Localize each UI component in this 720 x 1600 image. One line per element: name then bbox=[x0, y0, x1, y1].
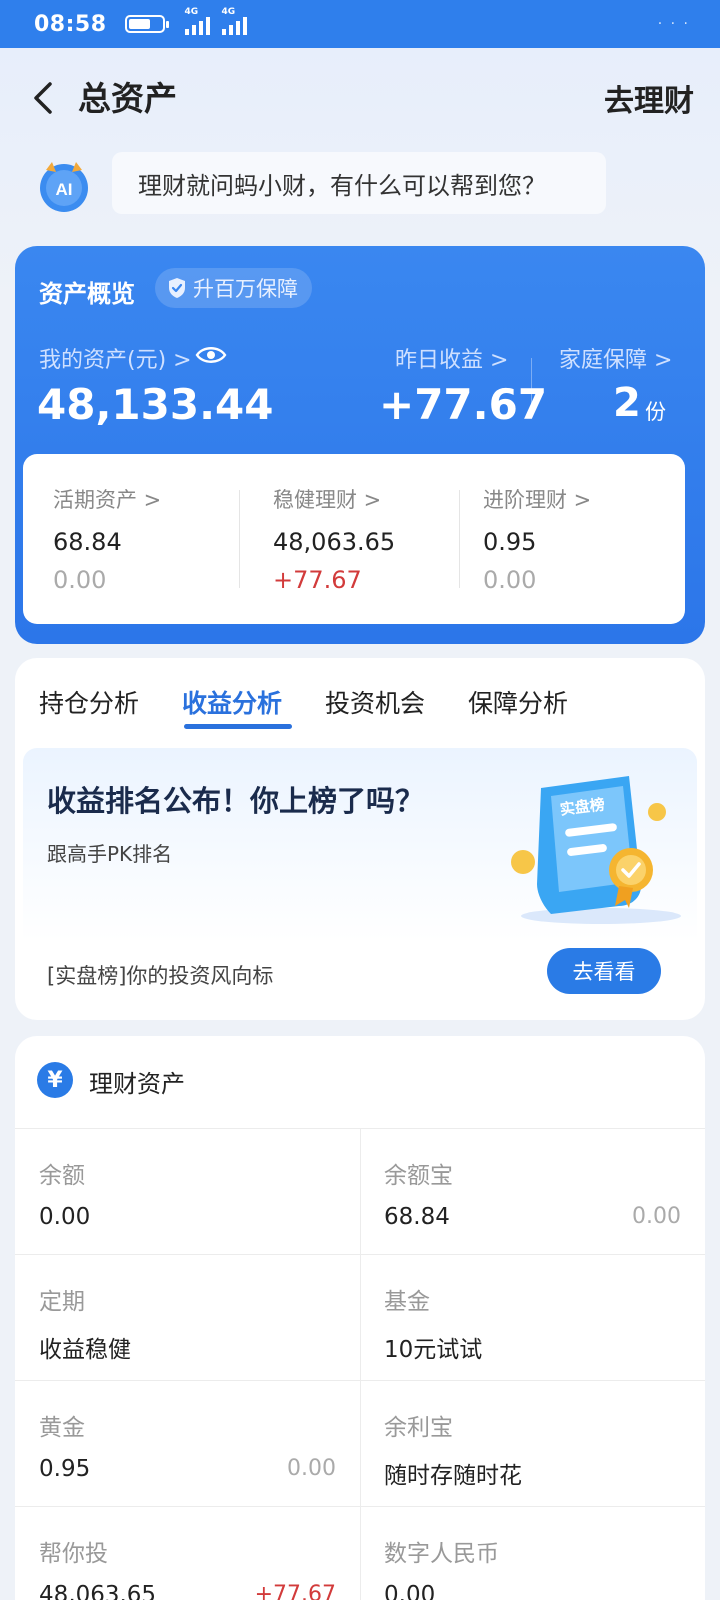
shield-icon bbox=[169, 278, 185, 298]
cell-label: 帮你投 bbox=[39, 1541, 108, 1567]
yesterday-income-label[interactable]: 昨日收益 > bbox=[395, 342, 508, 374]
cell-value: 68.84 bbox=[384, 1204, 450, 1230]
active-tab-indicator bbox=[184, 724, 292, 729]
stable-finance-column[interactable]: 稳健理财 > 48,063.65 +77.67 bbox=[273, 484, 483, 594]
cell-label: 余额宝 bbox=[384, 1163, 453, 1189]
page-title: 总资产 bbox=[78, 79, 177, 118]
signal-icon-2: 4G bbox=[221, 7, 247, 35]
asset-cell-invest-for-you[interactable]: 帮你投 48,063.65 +77.67 bbox=[15, 1506, 360, 1600]
eye-icon[interactable] bbox=[195, 344, 227, 366]
sub-income: 0.00 bbox=[53, 566, 107, 594]
advanced-finance-column[interactable]: 进阶理财 > 0.95 0.00 bbox=[483, 484, 693, 594]
sub-income: 0.00 bbox=[483, 566, 537, 594]
cell-value: 收益稳健 bbox=[39, 1337, 131, 1363]
promo-subtitle: 跟高手PK排名 bbox=[47, 842, 173, 866]
divider bbox=[239, 490, 240, 588]
cell-value: 48,063.65 bbox=[39, 1582, 157, 1600]
asset-cell-yuebao[interactable]: 余额宝 68.84 0.00 bbox=[360, 1128, 705, 1254]
ai-prompt-text: 理财就问蚂小财，有什么可以帮到您？ bbox=[138, 171, 546, 200]
cell-value: 0.00 bbox=[384, 1582, 436, 1600]
asset-cell-fixed-term[interactable]: 定期 收益稳健 bbox=[15, 1254, 360, 1380]
tab-protection-analysis[interactable]: 保障分析 bbox=[468, 684, 568, 720]
cell-income: 0.00 bbox=[632, 1204, 681, 1229]
ranking-promo-banner[interactable]: 收益排名公布！你上榜了吗？ 跟高手PK排名 实盘榜 [实盘榜]你的投资风向标 去… bbox=[23, 748, 697, 1006]
sub-value: 68.84 bbox=[53, 528, 122, 556]
sub-label: 活期资产 > bbox=[53, 488, 162, 512]
my-assets-value: 48,133.44 bbox=[37, 380, 274, 429]
cell-label: 黄金 bbox=[39, 1415, 85, 1441]
current-assets-column[interactable]: 活期资产 > 68.84 0.00 bbox=[53, 484, 263, 594]
asset-overview-card: 资产概览 升百万保障 我的资产(元) > 48,133.44 昨日收益 > +7… bbox=[15, 246, 705, 644]
status-time: 08:58 bbox=[34, 11, 107, 37]
sub-income: +77.67 bbox=[273, 566, 362, 594]
yen-icon: ¥ bbox=[37, 1062, 73, 1098]
asset-cell-fund[interactable]: 基金 10元试试 bbox=[360, 1254, 705, 1380]
cell-label: 基金 bbox=[384, 1289, 430, 1315]
ai-assistant-icon[interactable]: AI bbox=[36, 158, 92, 214]
promo-title: 收益排名公布！你上榜了吗？ bbox=[47, 784, 425, 818]
overview-title: 资产概览 bbox=[39, 280, 135, 308]
cell-label: 余额 bbox=[39, 1163, 85, 1189]
family-protection-label[interactable]: 家庭保障 > bbox=[559, 342, 672, 374]
asset-breakdown-card: 活期资产 > 68.84 0.00 稳健理财 > 48,063.65 +77.6… bbox=[23, 454, 685, 624]
asset-cell-digital-rmb[interactable]: 数字人民币 0.00 bbox=[360, 1506, 705, 1600]
cell-value: 随时存随时花 bbox=[384, 1463, 522, 1489]
status-bar: 08:58 4G 4G · · · bbox=[0, 0, 720, 48]
go-see-button[interactable]: 去看看 bbox=[547, 948, 661, 994]
sub-value: 48,063.65 bbox=[273, 528, 396, 556]
tab-holdings-analysis[interactable]: 持仓分析 bbox=[39, 684, 139, 720]
network-type-label-2: 4G bbox=[221, 7, 236, 17]
status-dots-icon: · · · bbox=[657, 16, 690, 32]
wealth-assets-card: ¥ 理财资产 余额 0.00 余额宝 68.84 0.00 定期 收益稳健 基金… bbox=[15, 1036, 705, 1600]
asset-cell-yulibao[interactable]: 余利宝 随时存随时花 bbox=[360, 1380, 705, 1506]
cell-value: 0.00 bbox=[39, 1204, 91, 1230]
family-protection-value: 2 bbox=[613, 380, 641, 426]
sub-label: 进阶理财 > bbox=[483, 488, 592, 512]
svg-text:AI: AI bbox=[56, 180, 73, 199]
tab-investment-opportunity[interactable]: 投资机会 bbox=[325, 684, 425, 720]
assets-section-title: 理财资产 bbox=[89, 1070, 185, 1098]
analysis-card: 持仓分析 收益分析 投资机会 保障分析 收益排名公布！你上榜了吗？ 跟高手PK排… bbox=[15, 658, 705, 1020]
family-protection-unit: 份 bbox=[645, 400, 666, 424]
my-assets-label[interactable]: 我的资产(元) > bbox=[39, 342, 192, 374]
cell-income: +77.67 bbox=[254, 1582, 336, 1600]
battery-icon bbox=[124, 15, 169, 33]
overview-divider bbox=[531, 358, 532, 418]
ai-prompt-bubble[interactable]: 理财就问蚂小财，有什么可以帮到您？ bbox=[112, 152, 606, 214]
asset-cell-balance[interactable]: 余额 0.00 bbox=[15, 1128, 360, 1254]
protection-badge[interactable]: 升百万保障 bbox=[155, 268, 312, 308]
leaderboard-illustration-icon: 实盘榜 bbox=[511, 776, 681, 924]
sub-label: 稳健理财 > bbox=[273, 488, 382, 512]
cell-label: 数字人民币 bbox=[384, 1541, 499, 1567]
cell-value: 10元试试 bbox=[384, 1337, 483, 1363]
network-type-label: 4G bbox=[184, 7, 199, 17]
sub-value: 0.95 bbox=[483, 528, 537, 556]
back-arrow-icon[interactable] bbox=[26, 78, 66, 118]
cell-value: 0.95 bbox=[39, 1456, 91, 1482]
signal-icon: 4G bbox=[184, 7, 210, 35]
cell-label: 余利宝 bbox=[384, 1415, 453, 1441]
cell-income: 0.00 bbox=[287, 1456, 336, 1481]
divider bbox=[459, 490, 460, 588]
cell-label: 定期 bbox=[39, 1289, 85, 1315]
protection-badge-label: 升百万保障 bbox=[193, 277, 298, 301]
tab-income-analysis[interactable]: 收益分析 bbox=[182, 684, 282, 720]
promo-footer-text: [实盘榜]你的投资风向标 bbox=[47, 964, 274, 988]
yesterday-income-value: +77.67 bbox=[379, 380, 548, 429]
asset-cell-gold[interactable]: 黄金 0.95 0.00 bbox=[15, 1380, 360, 1506]
go-invest-button[interactable]: 去理财 bbox=[604, 76, 694, 120]
